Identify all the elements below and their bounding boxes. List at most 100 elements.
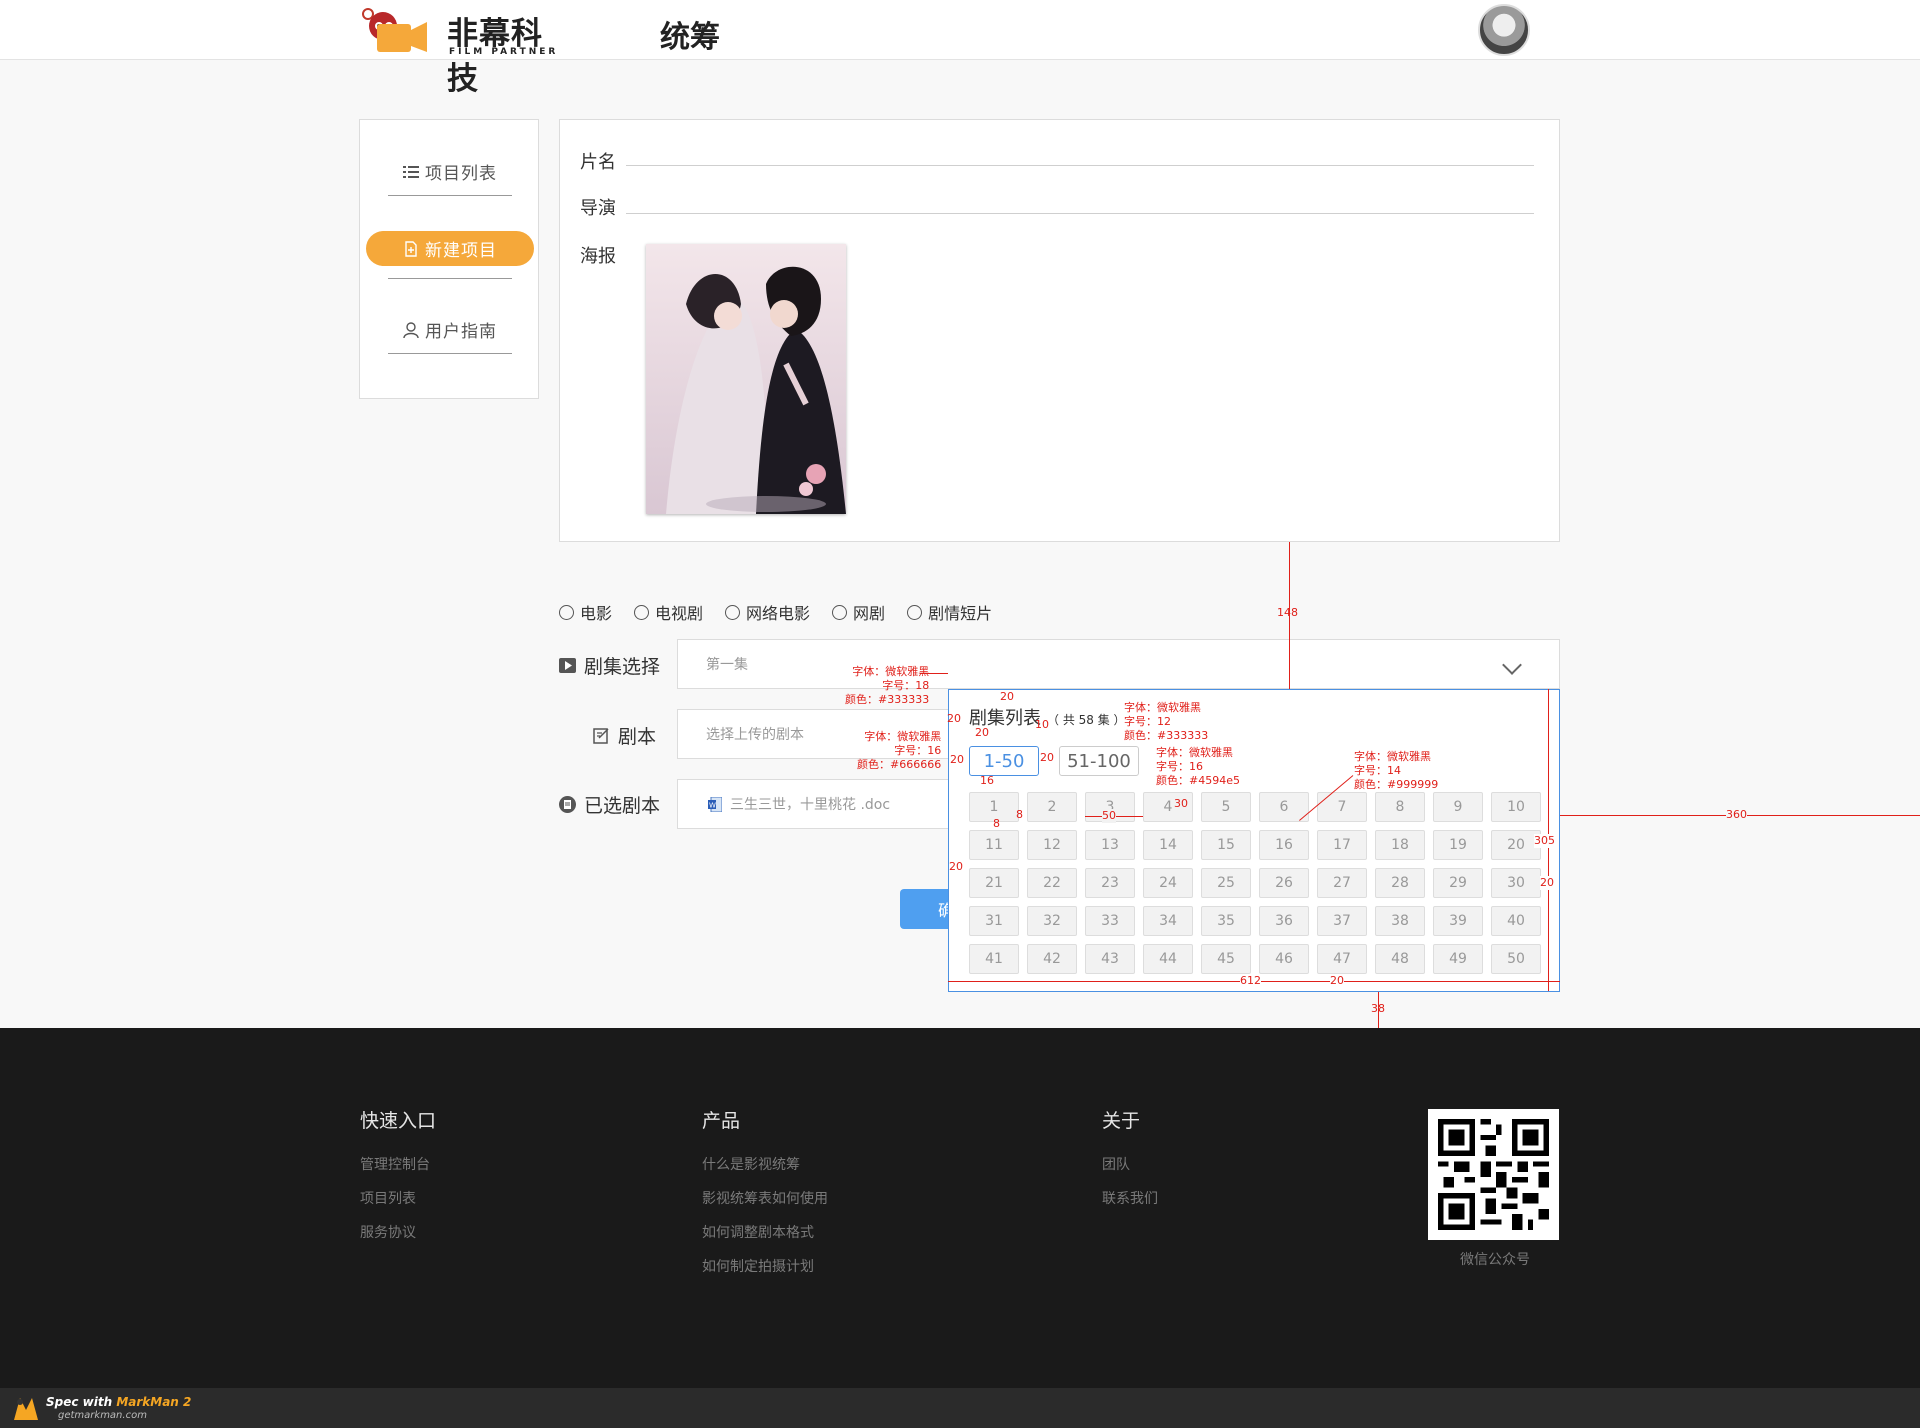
episode-cell[interactable]: 48 bbox=[1375, 944, 1425, 974]
episode-cell[interactable]: 13 bbox=[1085, 830, 1135, 860]
episode-cell[interactable]: 36 bbox=[1259, 906, 1309, 936]
svg-text:W: W bbox=[709, 801, 716, 809]
footer-link[interactable]: 影视统筹表如何使用 bbox=[702, 1188, 828, 1208]
footer-link[interactable]: 如何制定拍摄计划 bbox=[702, 1256, 814, 1276]
director-input[interactable] bbox=[626, 213, 1534, 214]
director-label: 导演 bbox=[580, 198, 616, 219]
episode-cell[interactable]: 24 bbox=[1143, 868, 1193, 898]
episode-cell[interactable]: 25 bbox=[1201, 868, 1251, 898]
episode-cell[interactable]: 40 bbox=[1491, 906, 1541, 936]
markman-logo-icon bbox=[14, 1398, 38, 1420]
sidebar-item-new-project[interactable]: 新建项目 bbox=[366, 231, 534, 266]
episode-cell[interactable]: 18 bbox=[1375, 830, 1425, 860]
episode-cell[interactable]: 21 bbox=[969, 868, 1019, 898]
footer-link[interactable]: 项目列表 bbox=[360, 1188, 416, 1208]
anno-line: 字号：16 bbox=[894, 744, 942, 757]
tab-51-100[interactable]: 51-100 bbox=[1059, 746, 1139, 776]
episode-cell[interactable]: 39 bbox=[1433, 906, 1483, 936]
episode-cell[interactable]: 10 bbox=[1491, 792, 1541, 822]
user-icon bbox=[403, 321, 419, 338]
footer-link[interactable]: 联系我们 bbox=[1102, 1188, 1158, 1208]
episode-cell[interactable]: 38 bbox=[1375, 906, 1425, 936]
episode-cell[interactable]: 17 bbox=[1317, 830, 1367, 860]
episode-cell[interactable]: 41 bbox=[969, 944, 1019, 974]
radio-short-film[interactable]: 剧情短片 bbox=[907, 600, 992, 624]
qr-code-icon bbox=[1438, 1119, 1549, 1230]
radio-label: 网剧 bbox=[853, 604, 886, 623]
episode-cell[interactable]: 26 bbox=[1259, 868, 1309, 898]
document-icon bbox=[559, 796, 576, 813]
episode-cell[interactable]: 46 bbox=[1259, 944, 1309, 974]
episode-cell[interactable]: 42 bbox=[1027, 944, 1077, 974]
anno-line: 颜色：#333333 bbox=[1124, 729, 1209, 742]
tab-1-50[interactable]: 1-50 bbox=[969, 746, 1039, 776]
radio-web-movie[interactable]: 网络电影 bbox=[725, 600, 810, 624]
measure-30: 30 bbox=[1174, 797, 1188, 810]
sidebar-item-user-guide[interactable]: 用户指南 bbox=[388, 306, 512, 354]
footer-link[interactable]: 管理控制台 bbox=[360, 1154, 430, 1174]
film-name-label: 片名 bbox=[580, 152, 616, 173]
episode-cell[interactable]: 34 bbox=[1143, 906, 1193, 936]
episode-cell[interactable]: 29 bbox=[1433, 868, 1483, 898]
episode-cell[interactable]: 43 bbox=[1085, 944, 1135, 974]
measure-20: 20 bbox=[1000, 690, 1014, 703]
selected-script-file[interactable]: W 三生三世，十里桃花 .doc bbox=[677, 779, 949, 829]
measure-20: 20 bbox=[1040, 751, 1054, 764]
poster-image[interactable] bbox=[646, 244, 846, 514]
episode-cell[interactable]: 49 bbox=[1433, 944, 1483, 974]
episode-cell[interactable]: 45 bbox=[1201, 944, 1251, 974]
episode-cell[interactable]: 30 bbox=[1491, 868, 1541, 898]
radio-web-series[interactable]: 网剧 bbox=[832, 600, 885, 624]
radio-tv[interactable]: 电视剧 bbox=[634, 600, 703, 624]
episode-cell[interactable]: 22 bbox=[1027, 868, 1077, 898]
episode-cell[interactable]: 2 bbox=[1027, 792, 1077, 822]
episode-cell[interactable]: 15 bbox=[1201, 830, 1251, 860]
sidebar-divider bbox=[388, 278, 512, 279]
footer-link[interactable]: 如何调整剧本格式 bbox=[702, 1222, 814, 1242]
episode-cell[interactable]: 32 bbox=[1027, 906, 1077, 936]
episode-cell[interactable]: 7 bbox=[1317, 792, 1367, 822]
footer-link[interactable]: 服务协议 bbox=[360, 1222, 416, 1242]
user-avatar[interactable] bbox=[1478, 4, 1530, 56]
episode-cell[interactable]: 27 bbox=[1317, 868, 1367, 898]
episode-cell[interactable]: 16 bbox=[1259, 830, 1309, 860]
anno-line: 字号：16 bbox=[1156, 760, 1203, 773]
footer-link[interactable]: 团队 bbox=[1102, 1154, 1130, 1174]
markman-label: Spec with MarkMan 2 bbox=[46, 1395, 191, 1409]
episode-select-dropdown[interactable]: 第一集 bbox=[677, 639, 1560, 689]
page-title: 统筹 bbox=[660, 20, 720, 55]
episode-cell[interactable]: 33 bbox=[1085, 906, 1135, 936]
qr-caption: 微信公众号 bbox=[1460, 1252, 1530, 1268]
markman-label-b: MarkMan 2 bbox=[116, 1395, 192, 1409]
measure-305: 305 bbox=[1534, 834, 1555, 848]
episode-cell[interactable]: 19 bbox=[1433, 830, 1483, 860]
episode-cell[interactable]: 9 bbox=[1433, 792, 1483, 822]
episode-cell[interactable]: 31 bbox=[969, 906, 1019, 936]
episode-cell[interactable]: 47 bbox=[1317, 944, 1367, 974]
radio-circle-icon bbox=[907, 604, 923, 620]
sidebar-item-label: 用户指南 bbox=[425, 322, 497, 342]
footer-link[interactable]: 什么是影视统筹 bbox=[702, 1154, 800, 1174]
brand-logo[interactable]: 非幕科技 FILM PARTNER bbox=[359, 4, 564, 97]
episode-cell[interactable]: 8 bbox=[1375, 792, 1425, 822]
sidebar-item-project-list[interactable]: 项目列表 bbox=[388, 148, 512, 196]
episode-list-popup: 剧集列表（ 共 58 集 ） 1-50 51-100 1 2 3 4 5 6 7 8 9 10 11… bbox=[948, 689, 1560, 992]
episode-cell[interactable]: 28 bbox=[1375, 868, 1425, 898]
episode-select-value: 第一集 bbox=[706, 657, 748, 673]
episode-cell[interactable]: 11 bbox=[969, 830, 1019, 860]
episode-cell[interactable]: 37 bbox=[1317, 906, 1367, 936]
radio-movie[interactable]: 电影 bbox=[559, 600, 612, 624]
video-icon bbox=[559, 658, 576, 673]
episode-cell[interactable]: 44 bbox=[1143, 944, 1193, 974]
radio-label: 网络电影 bbox=[746, 604, 811, 623]
episode-cell[interactable]: 12 bbox=[1027, 830, 1077, 860]
measure-148: 148 bbox=[1277, 606, 1298, 619]
episode-cell[interactable]: 35 bbox=[1201, 906, 1251, 936]
list-icon bbox=[403, 165, 419, 178]
episode-cell[interactable]: 50 bbox=[1491, 944, 1541, 974]
anno-line: 颜色：#333333 bbox=[845, 693, 930, 706]
film-name-input[interactable] bbox=[626, 165, 1534, 166]
episode-cell[interactable]: 5 bbox=[1201, 792, 1251, 822]
episode-cell[interactable]: 14 bbox=[1143, 830, 1193, 860]
episode-cell[interactable]: 23 bbox=[1085, 868, 1135, 898]
